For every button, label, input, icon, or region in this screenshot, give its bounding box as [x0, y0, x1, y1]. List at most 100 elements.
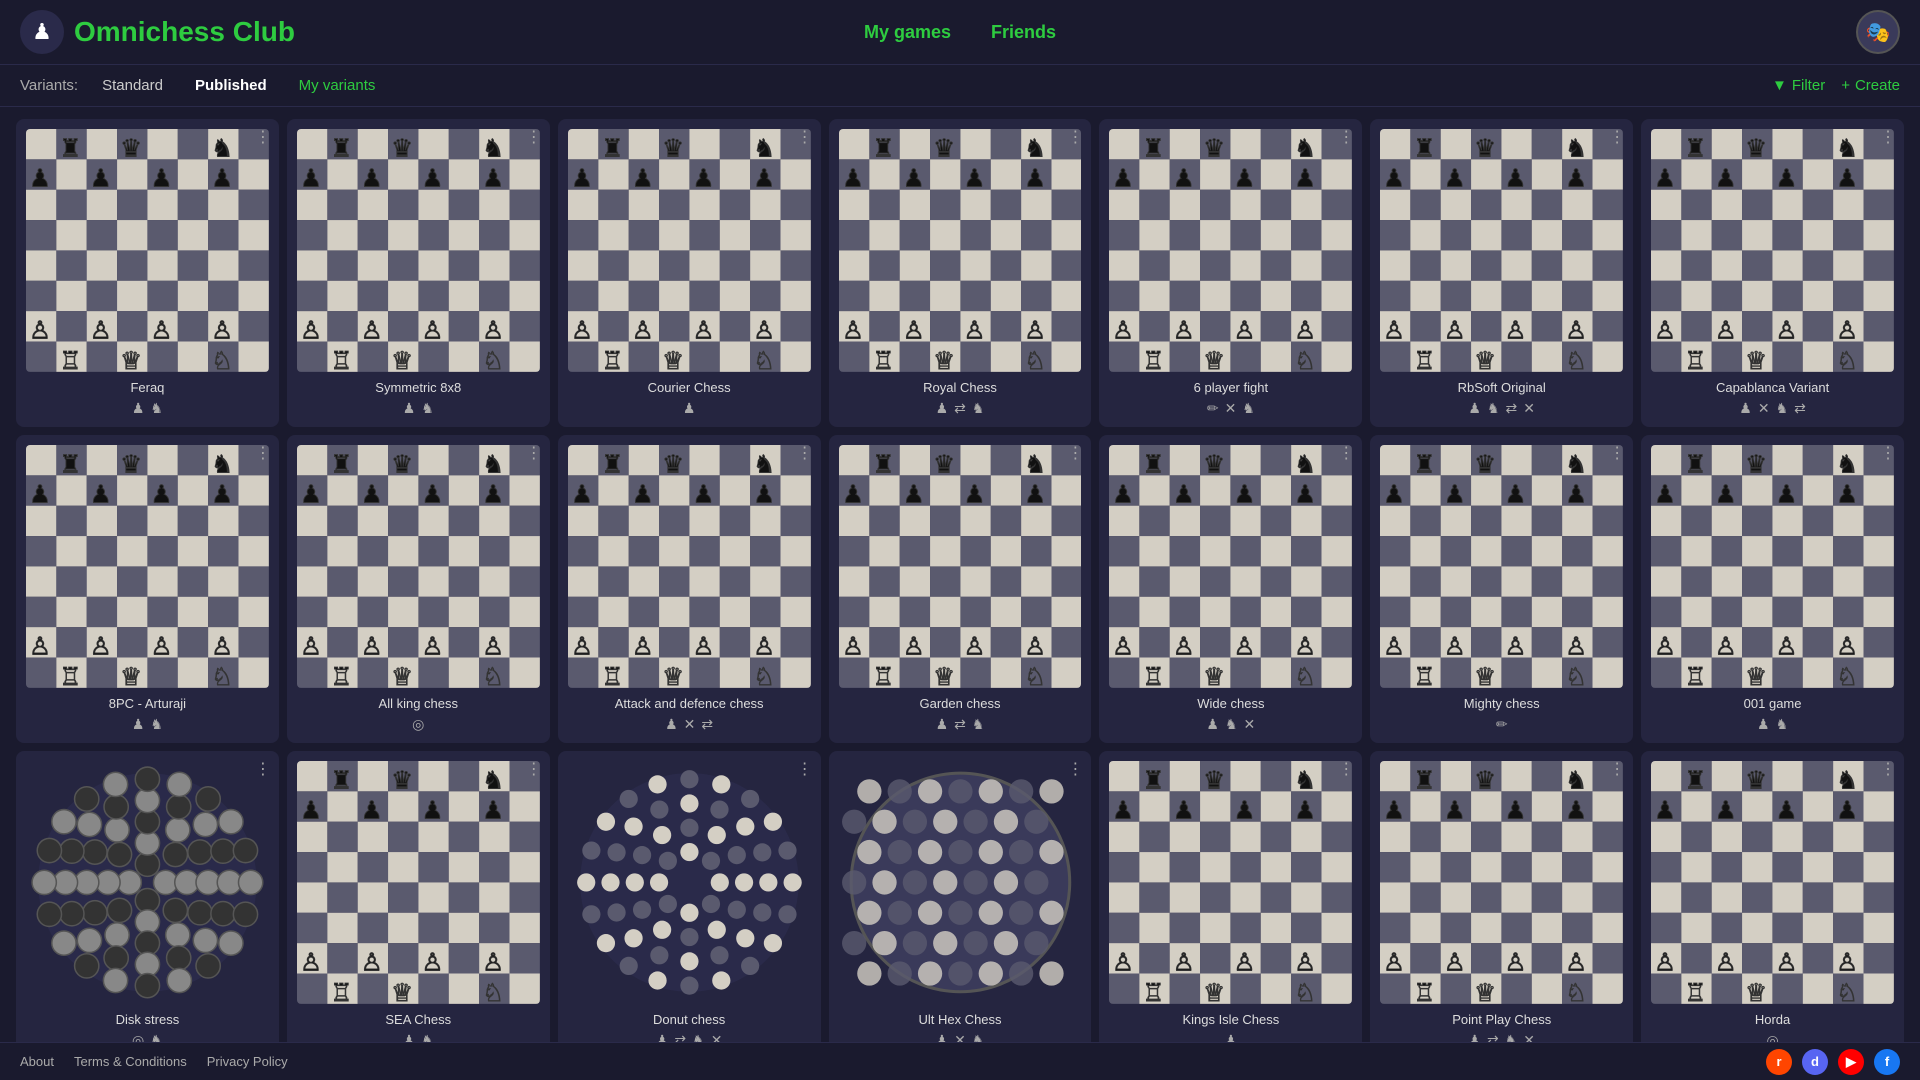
- card-sea-chess[interactable]: ⋮ ♜♞♛♟♟♟♟♖♘♕♙♙♙♙ SEA Chess ♟♞: [287, 751, 550, 1059]
- svg-text:♛: ♛: [1745, 767, 1767, 794]
- card-royal-chess[interactable]: ⋮ ♜♞♛♟♟♟♟♖♘♕♙♙♙♙ Royal Chess ♟⇄♞: [829, 119, 1092, 427]
- card-all-king-chess[interactable]: ⋮ ♜♞♛♟♟♟♟♖♘♕♙♙♙♙ All king chess ◎: [287, 435, 550, 743]
- card-menu-button[interactable]: ⋮: [1338, 127, 1354, 147]
- card-wide-chess[interactable]: ⋮ ♜♞♛♟♟♟♟♖♘♕♙♙♙♙ Wide chess ♟♞✕: [1099, 435, 1362, 743]
- svg-text:♕: ♕: [1204, 980, 1226, 1004]
- card-point-play-chess[interactable]: ⋮ ♜♞♛♟♟♟♟♖♘♕♙♙♙♙ Point Play Chess ♟⇄♞✕: [1370, 751, 1633, 1059]
- svg-text:♙: ♙: [1505, 949, 1527, 976]
- card-menu-button[interactable]: ⋮: [797, 759, 813, 779]
- card-title: Feraq: [26, 380, 269, 395]
- card-menu-button[interactable]: ⋮: [797, 127, 813, 147]
- svg-text:♛: ♛: [933, 135, 955, 162]
- tab-my-variants[interactable]: My variants: [287, 73, 388, 98]
- create-button[interactable]: + Create: [1841, 77, 1900, 94]
- card-title: Garden chess: [839, 696, 1082, 711]
- svg-text:♟: ♟: [692, 482, 714, 509]
- svg-text:♘: ♘: [753, 348, 775, 372]
- card-board: [568, 761, 811, 1004]
- svg-text:♙: ♙: [1024, 317, 1046, 344]
- card-menu-button[interactable]: ⋮: [1609, 759, 1625, 779]
- facebook-icon[interactable]: f: [1874, 1049, 1900, 1075]
- card-menu-button[interactable]: ⋮: [1338, 443, 1354, 463]
- card-001-game[interactable]: ⋮ ♜♞♛♟♟♟♟♖♘♕♙♙♙♙ 001 game ♟♞: [1641, 435, 1904, 743]
- card-capablanca-variant[interactable]: ⋮ ♜♞♛♟♟♟♟♖♘♕♙♙♙♙ Capablanca Variant ♟✕♞⇄: [1641, 119, 1904, 427]
- card-icon: ♞: [421, 400, 434, 417]
- svg-text:♞: ♞: [211, 135, 233, 162]
- card-board: ♜♞♛♟♟♟♟♖♘♕♙♙♙♙: [1109, 445, 1352, 688]
- card-board: [26, 761, 269, 1004]
- card-horda[interactable]: ⋮ ♜♞♛♟♟♟♟♖♘♕♙♙♙♙ Horda ◎: [1641, 751, 1904, 1059]
- card-menu-button[interactable]: ⋮: [1067, 127, 1083, 147]
- card-menu-button[interactable]: ⋮: [526, 759, 542, 779]
- svg-text:♙: ♙: [1565, 949, 1587, 976]
- nav-friends[interactable]: Friends: [991, 22, 1056, 43]
- filter-button[interactable]: ▼ Filter: [1772, 77, 1825, 94]
- card-menu-button[interactable]: ⋮: [1880, 443, 1896, 463]
- card-menu-button[interactable]: ⋮: [255, 759, 271, 779]
- discord-icon[interactable]: d: [1802, 1049, 1828, 1075]
- card-donut-chess[interactable]: ⋮ Donut chess ♟⇄♞✕: [558, 751, 821, 1059]
- svg-text:♕: ♕: [1204, 664, 1226, 688]
- card-icon: ♞: [1776, 716, 1789, 733]
- avatar[interactable]: 🎭: [1856, 10, 1900, 54]
- svg-text:♟: ♟: [29, 166, 51, 193]
- svg-text:♛: ♛: [933, 451, 955, 478]
- card-menu-button[interactable]: ⋮: [255, 443, 271, 463]
- svg-text:♟: ♟: [631, 166, 653, 193]
- card-menu-button[interactable]: ⋮: [255, 127, 271, 147]
- svg-text:♖: ♖: [330, 980, 352, 1004]
- card-menu-button[interactable]: ⋮: [1880, 127, 1896, 147]
- card-menu-button[interactable]: ⋮: [1338, 759, 1354, 779]
- card-6-player-fight[interactable]: ⋮ ♜♞♛♟♟♟♟♖♘♕♙♙♙♙ 6 player fight ✏✕♞: [1099, 119, 1362, 427]
- card-menu-button[interactable]: ⋮: [797, 443, 813, 463]
- nav-my-games[interactable]: My games: [864, 22, 951, 43]
- svg-text:♖: ♖: [1685, 348, 1707, 372]
- card-icon: ♞: [1242, 400, 1255, 417]
- card-attack-and-defence-chess[interactable]: ⋮ ♜♞♛♟♟♟♟♖♘♕♙♙♙♙ Attack and defence ches…: [558, 435, 821, 743]
- svg-text:♕: ♕: [662, 348, 684, 372]
- svg-text:♖: ♖: [1143, 980, 1165, 1004]
- card-garden-chess[interactable]: ⋮ ♜♞♛♟♟♟♟♖♘♕♙♙♙♙ Garden chess ♟⇄♞: [829, 435, 1092, 743]
- svg-text:♙: ♙: [1505, 317, 1527, 344]
- youtube-icon[interactable]: ▶: [1838, 1049, 1864, 1075]
- card-board: ♜♞♛♟♟♟♟♖♘♕♙♙♙♙: [297, 445, 540, 688]
- card-mighty-chess[interactable]: ⋮ ♜♞♛♟♟♟♟♖♘♕♙♙♙♙ Mighty chess ✏: [1370, 435, 1633, 743]
- footer-privacy[interactable]: Privacy Policy: [207, 1054, 288, 1069]
- card-kings-isle-chess[interactable]: ⋮ ♜♞♛♟♟♟♟♖♘♕♙♙♙♙ Kings Isle Chess ♟: [1099, 751, 1362, 1059]
- svg-text:♙: ♙: [1836, 633, 1858, 660]
- svg-text:♙: ♙: [300, 949, 322, 976]
- card-menu-button[interactable]: ⋮: [1880, 759, 1896, 779]
- svg-text:♙: ♙: [300, 317, 322, 344]
- card-title: Kings Isle Chess: [1109, 1012, 1352, 1027]
- card-menu-button[interactable]: ⋮: [1067, 759, 1083, 779]
- footer-about[interactable]: About: [20, 1054, 54, 1069]
- svg-text:♙: ♙: [692, 633, 714, 660]
- card-menu-button[interactable]: ⋮: [1609, 127, 1625, 147]
- svg-text:♙: ♙: [150, 633, 172, 660]
- svg-text:♜: ♜: [1143, 451, 1165, 478]
- card-board: ♜♞♛♟♟♟♟♖♘♕♙♙♙♙: [1380, 129, 1623, 372]
- svg-text:♙: ♙: [1383, 633, 1405, 660]
- card-icons: ✏✕♞: [1109, 400, 1352, 417]
- card-menu-button[interactable]: ⋮: [1067, 443, 1083, 463]
- card-courier-chess[interactable]: ⋮ ♜♞♛♟♟♟♟♖♘♕♙♙♙♙ Courier Chess ♟: [558, 119, 821, 427]
- reddit-icon[interactable]: r: [1766, 1049, 1792, 1075]
- svg-text:♙: ♙: [482, 633, 504, 660]
- card-menu-button[interactable]: ⋮: [526, 127, 542, 147]
- card-rbsoft-original[interactable]: ⋮ ♜♞♛♟♟♟♟♖♘♕♙♙♙♙ RbSoft Original ♟♞⇄✕: [1370, 119, 1633, 427]
- svg-text:♛: ♛: [1474, 451, 1496, 478]
- card-feraq[interactable]: ⋮ ♜♞♛♟♟♟♟♖♘♕♙♙♙♙ Feraq ♟♞: [16, 119, 279, 427]
- svg-text:♙: ♙: [1715, 949, 1737, 976]
- card-disk-stress[interactable]: ⋮ Disk stress ◎♞: [16, 751, 279, 1059]
- card-board: ♜♞♛♟♟♟♟♖♘♕♙♙♙♙: [1651, 761, 1894, 1004]
- tab-standard[interactable]: Standard: [90, 73, 175, 98]
- card-ult-hex-chess[interactable]: ⋮ Ult Hex Chess ♟✕♞: [829, 751, 1092, 1059]
- footer-terms[interactable]: Terms & Conditions: [74, 1054, 187, 1069]
- card-title: Donut chess: [568, 1012, 811, 1027]
- svg-text:♟: ♟: [1173, 797, 1195, 824]
- card-symmetric-8x8[interactable]: ⋮ ♜♞♛♟♟♟♟♖♘♕♙♙♙♙ Symmetric 8x8 ♟♞: [287, 119, 550, 427]
- card-menu-button[interactable]: ⋮: [1609, 443, 1625, 463]
- card-menu-button[interactable]: ⋮: [526, 443, 542, 463]
- card-8pc---arturaji[interactable]: ⋮ ♜♞♛♟♟♟♟♖♘♕♙♙♙♙ 8PC - Arturaji ♟♞: [16, 435, 279, 743]
- tab-published[interactable]: Published: [183, 73, 279, 98]
